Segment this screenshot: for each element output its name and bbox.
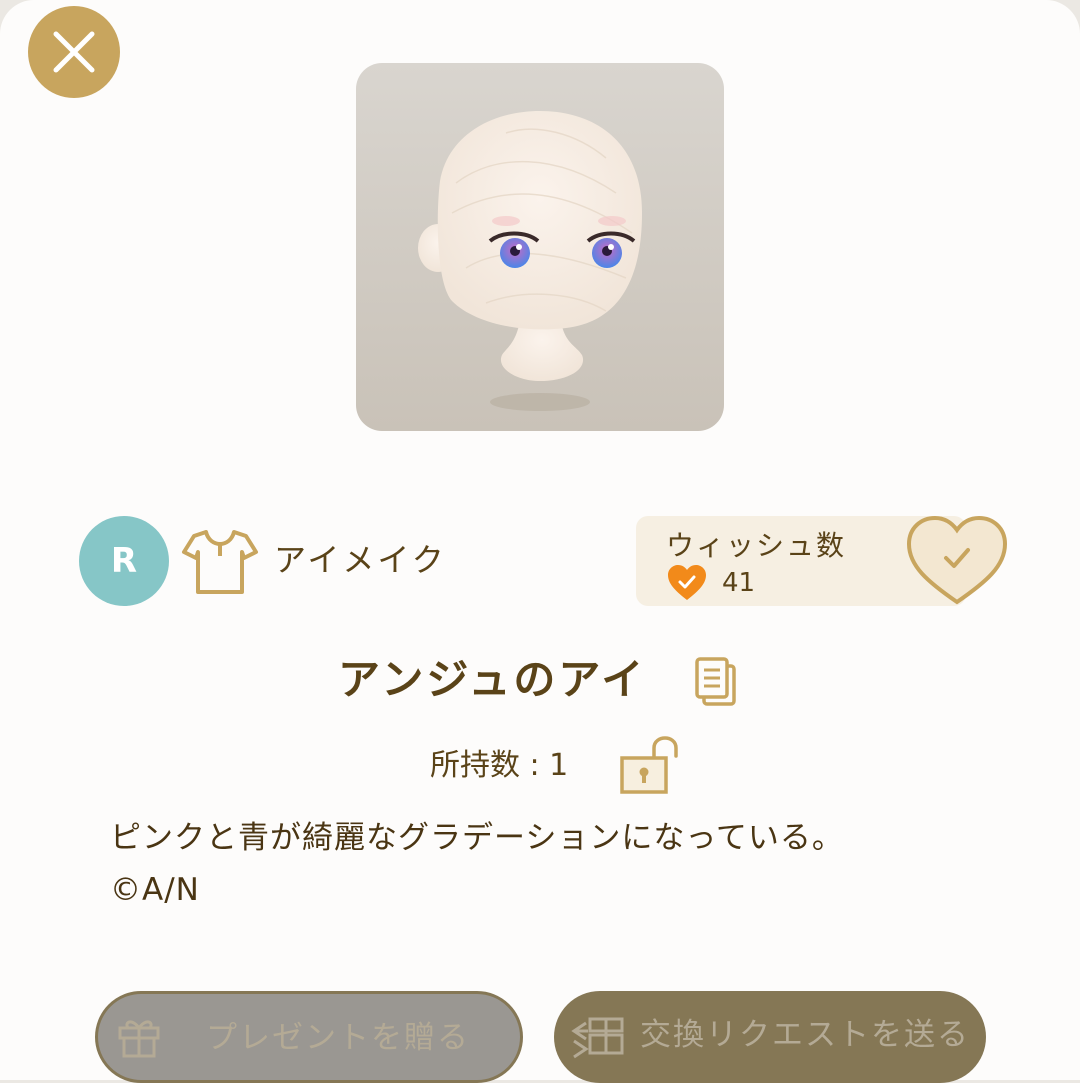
copyright-text: ©A/N <box>110 872 200 908</box>
mannequin-head-illustration <box>418 111 642 411</box>
item-name: アンジュのアイ <box>338 655 647 704</box>
close-x-icon <box>53 31 95 73</box>
close-button[interactable] <box>28 6 120 98</box>
rarity-badge: R <box>79 516 169 606</box>
copy-icon[interactable] <box>694 656 738 708</box>
wish-heart-button[interactable] <box>904 514 1010 606</box>
description-text: ピンクと青が綺麗なグラデーションになっている。 <box>110 820 844 856</box>
send-present-button[interactable]: プレゼントを贈る <box>95 991 523 1083</box>
exchange-label: 交換リクエストを送る <box>640 1017 970 1053</box>
send-exchange-request-button[interactable]: 交換リクエストを送る <box>554 991 986 1083</box>
heart-check-icon <box>668 565 706 600</box>
item-description: ピンクと青が綺麗なグラデーションになっている。 ©A/N <box>110 812 844 916</box>
exchange-icon <box>571 1017 624 1059</box>
wish-count: 41 <box>722 568 756 598</box>
category-label: アイメイク <box>274 541 447 579</box>
owned-count: 所持数 : 1 <box>430 748 569 783</box>
gift-icon <box>118 1020 160 1058</box>
wish-label: ウィッシュ数 <box>666 529 847 562</box>
shirt-icon <box>182 530 258 594</box>
unlock-icon[interactable] <box>618 736 682 796</box>
present-label: プレゼントを贈る <box>206 1020 470 1056</box>
item-preview-image <box>356 63 724 431</box>
